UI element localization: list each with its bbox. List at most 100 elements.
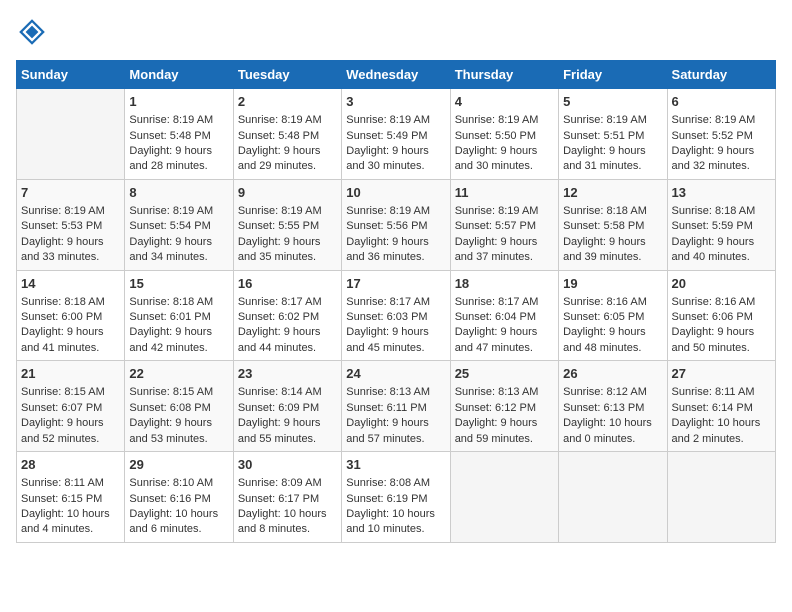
- page-header: [16, 16, 776, 48]
- calendar-cell: 21Sunrise: 8:15 AMSunset: 6:07 PMDayligh…: [17, 361, 125, 452]
- sunrise-text: Sunrise: 8:18 AM: [672, 204, 771, 219]
- calendar-cell: 6Sunrise: 8:19 AMSunset: 5:52 PMDaylight…: [667, 89, 775, 180]
- sunrise-text: Sunrise: 8:13 AM: [346, 385, 445, 400]
- day-number: 16: [238, 275, 337, 293]
- day-number: 25: [455, 365, 554, 383]
- daylight-text: Daylight: 9 hours and 36 minutes.: [346, 235, 445, 266]
- day-number: 29: [129, 456, 228, 474]
- header-day-thursday: Thursday: [450, 61, 558, 89]
- sunset-text: Sunset: 6:13 PM: [563, 401, 662, 416]
- header-day-saturday: Saturday: [667, 61, 775, 89]
- sunset-text: Sunset: 5:50 PM: [455, 129, 554, 144]
- calendar-cell: [17, 89, 125, 180]
- sunrise-text: Sunrise: 8:19 AM: [672, 113, 771, 128]
- sunset-text: Sunset: 5:52 PM: [672, 129, 771, 144]
- calendar-cell: 7Sunrise: 8:19 AMSunset: 5:53 PMDaylight…: [17, 179, 125, 270]
- daylight-text: Daylight: 9 hours and 57 minutes.: [346, 416, 445, 447]
- day-number: 30: [238, 456, 337, 474]
- calendar-table: SundayMondayTuesdayWednesdayThursdayFrid…: [16, 60, 776, 543]
- daylight-text: Daylight: 9 hours and 28 minutes.: [129, 144, 228, 175]
- daylight-text: Daylight: 9 hours and 48 minutes.: [563, 325, 662, 356]
- day-number: 19: [563, 275, 662, 293]
- calendar-cell: [450, 452, 558, 543]
- header-day-wednesday: Wednesday: [342, 61, 450, 89]
- daylight-text: Daylight: 9 hours and 59 minutes.: [455, 416, 554, 447]
- calendar-cell: 10 Sunrise: 8:19 AMSunset: 5:56 PMDayligh…: [342, 179, 450, 270]
- sunset-text: Sunset: 6:16 PM: [129, 492, 228, 507]
- sunrise-text: Sunrise: 8:11 AM: [672, 385, 771, 400]
- daylight-text: Daylight: 9 hours and 29 minutes.: [238, 144, 337, 175]
- sunset-text: Sunset: 5:58 PM: [563, 219, 662, 234]
- day-number: 4: [455, 93, 554, 111]
- sunset-text: Sunset: 6:06 PM: [672, 310, 771, 325]
- day-number: 21: [21, 365, 120, 383]
- sunset-text: Sunset: 6:07 PM: [21, 401, 120, 416]
- calendar-cell: 22Sunrise: 8:15 AMSunset: 6:08 PMDayligh…: [125, 361, 233, 452]
- day-number: 31: [346, 456, 445, 474]
- daylight-text: Daylight: 9 hours and 52 minutes.: [21, 416, 120, 447]
- daylight-text: Daylight: 10 hours and 10 minutes.: [346, 507, 445, 538]
- header-day-friday: Friday: [559, 61, 667, 89]
- sunset-text: Sunset: 5:56 PM: [346, 219, 445, 234]
- sunset-text: Sunset: 6:05 PM: [563, 310, 662, 325]
- sunrise-text: Sunrise: 8:10 AM: [129, 476, 228, 491]
- calendar-cell: 4Sunrise: 8:19 AMSunset: 5:50 PMDaylight…: [450, 89, 558, 180]
- calendar-cell: 8Sunrise: 8:19 AMSunset: 5:54 PMDaylight…: [125, 179, 233, 270]
- header-day-monday: Monday: [125, 61, 233, 89]
- daylight-text: Daylight: 9 hours and 39 minutes.: [563, 235, 662, 266]
- calendar-cell: 16Sunrise: 8:17 AMSunset: 6:02 PMDayligh…: [233, 270, 341, 361]
- daylight-text: Daylight: 9 hours and 45 minutes.: [346, 325, 445, 356]
- sunset-text: Sunset: 5:57 PM: [455, 219, 554, 234]
- calendar-cell: [667, 452, 775, 543]
- calendar-cell: 2Sunrise: 8:19 AMSunset: 5:48 PMDaylight…: [233, 89, 341, 180]
- daylight-text: Daylight: 10 hours and 4 minutes.: [21, 507, 120, 538]
- sunrise-text: Sunrise: 8:08 AM: [346, 476, 445, 491]
- calendar-cell: 30Sunrise: 8:09 AMSunset: 6:17 PMDayligh…: [233, 452, 341, 543]
- sunset-text: Sunset: 6:12 PM: [455, 401, 554, 416]
- sunset-text: Sunset: 6:08 PM: [129, 401, 228, 416]
- calendar-cell: 5Sunrise: 8:19 AMSunset: 5:51 PMDaylight…: [559, 89, 667, 180]
- calendar-cell: 25Sunrise: 8:13 AMSunset: 6:12 PMDayligh…: [450, 361, 558, 452]
- daylight-text: Daylight: 9 hours and 55 minutes.: [238, 416, 337, 447]
- daylight-text: Daylight: 9 hours and 34 minutes.: [129, 235, 228, 266]
- daylight-text: Daylight: 9 hours and 42 minutes.: [129, 325, 228, 356]
- sunset-text: Sunset: 5:51 PM: [563, 129, 662, 144]
- sunrise-text: Sunrise: 8:11 AM: [21, 476, 120, 491]
- header-day-sunday: Sunday: [17, 61, 125, 89]
- day-number: 24: [346, 365, 445, 383]
- daylight-text: Daylight: 9 hours and 41 minutes.: [21, 325, 120, 356]
- daylight-text: Daylight: 9 hours and 50 minutes.: [672, 325, 771, 356]
- day-number: 27: [672, 365, 771, 383]
- sunset-text: Sunset: 5:55 PM: [238, 219, 337, 234]
- sunset-text: Sunset: 6:17 PM: [238, 492, 337, 507]
- logo-icon: [16, 16, 48, 48]
- calendar-cell: 26Sunrise: 8:12 AMSunset: 6:13 PMDayligh…: [559, 361, 667, 452]
- calendar-cell: 19Sunrise: 8:16 AMSunset: 6:05 PMDayligh…: [559, 270, 667, 361]
- week-row-2: 7Sunrise: 8:19 AMSunset: 5:53 PMDaylight…: [17, 179, 776, 270]
- sunrise-text: Sunrise: 8:19 AM: [346, 204, 445, 219]
- sunrise-text: Sunrise: 8:18 AM: [563, 204, 662, 219]
- day-number: 11: [455, 184, 554, 202]
- sunset-text: Sunset: 5:53 PM: [21, 219, 120, 234]
- daylight-text: Daylight: 10 hours and 6 minutes.: [129, 507, 228, 538]
- daylight-text: Daylight: 9 hours and 30 minutes.: [346, 144, 445, 175]
- day-number: 23: [238, 365, 337, 383]
- calendar-cell: 20Sunrise: 8:16 AMSunset: 6:06 PMDayligh…: [667, 270, 775, 361]
- sunset-text: Sunset: 5:48 PM: [129, 129, 228, 144]
- calendar-cell: 11Sunrise: 8:19 AMSunset: 5:57 PMDayligh…: [450, 179, 558, 270]
- calendar-cell: 17 Sunrise: 8:17 AMSunset: 6:03 PMDayligh…: [342, 270, 450, 361]
- calendar-cell: 28Sunrise: 8:11 AMSunset: 6:15 PMDayligh…: [17, 452, 125, 543]
- sunrise-text: Sunrise: 8:17 AM: [346, 295, 445, 310]
- sunrise-text: Sunrise: 8:19 AM: [129, 204, 228, 219]
- day-number: 20: [672, 275, 771, 293]
- day-number: 12: [563, 184, 662, 202]
- sunrise-text: Sunrise: 8:18 AM: [129, 295, 228, 310]
- sunrise-text: Sunrise: 8:17 AM: [238, 295, 337, 310]
- sunset-text: Sunset: 5:49 PM: [346, 129, 445, 144]
- day-number: 15: [129, 275, 228, 293]
- day-number: 2: [238, 93, 337, 111]
- calendar-cell: 1Sunrise: 8:19 AMSunset: 5:48 PMDaylight…: [125, 89, 233, 180]
- day-number: 10: [346, 184, 445, 202]
- sunset-text: Sunset: 6:03 PM: [346, 310, 445, 325]
- day-number: 17: [346, 275, 445, 293]
